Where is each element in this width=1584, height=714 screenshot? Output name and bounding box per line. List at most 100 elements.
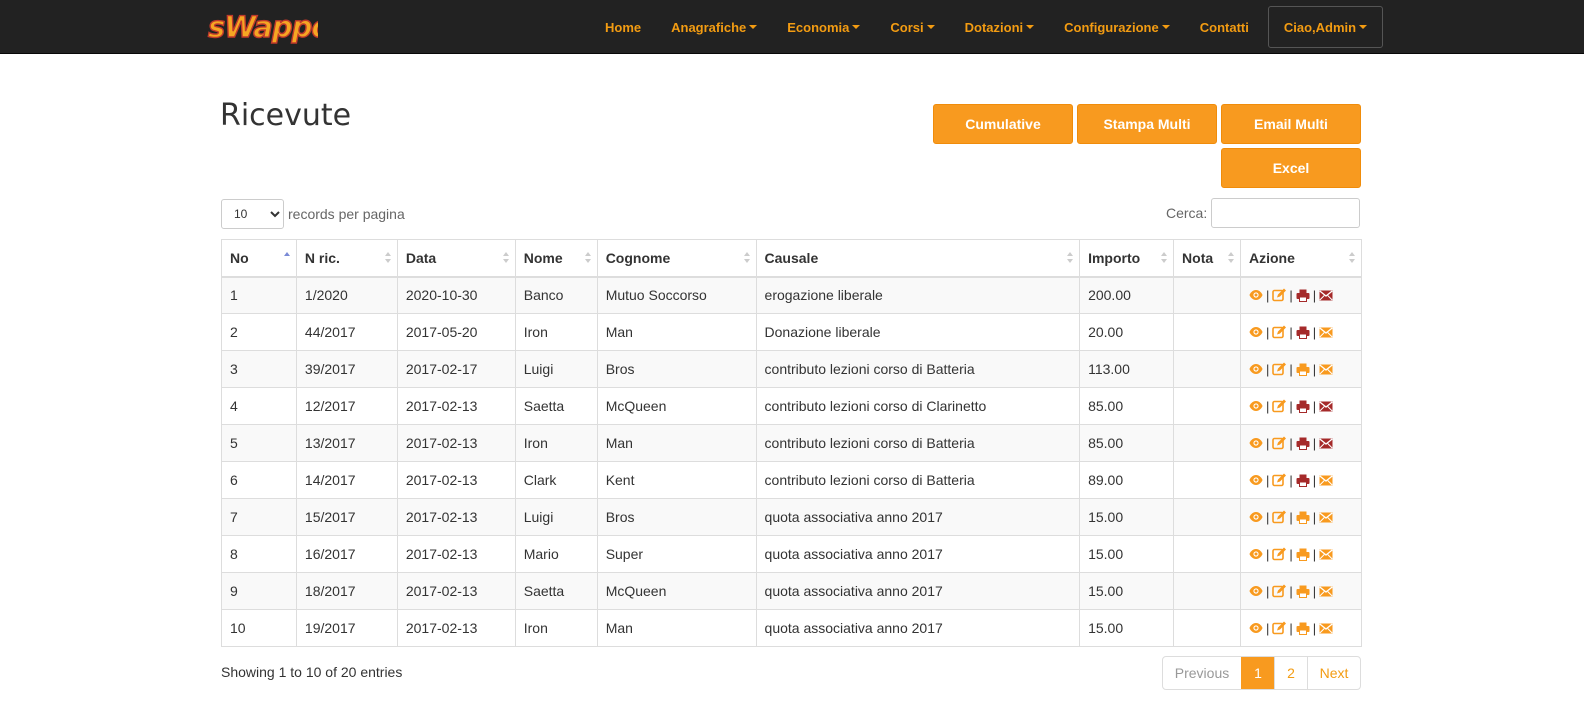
eye-icon[interactable] (1249, 547, 1263, 561)
stampa-multi-button[interactable]: Stampa Multi (1077, 104, 1217, 144)
row-actions: | | | (1249, 547, 1353, 562)
excel-button[interactable]: Excel (1221, 148, 1361, 188)
print-icon[interactable] (1296, 362, 1310, 376)
envelope-icon[interactable] (1319, 510, 1333, 524)
table-row: 2 44/2017 2017-05-20 Iron Man Donazione liber… (221, 313, 1363, 351)
cell-no: 1 (221, 276, 297, 314)
envelope-icon[interactable] (1319, 362, 1333, 376)
envelope-icon[interactable] (1319, 473, 1333, 487)
edit-icon[interactable] (1272, 547, 1287, 561)
envelope-icon[interactable] (1319, 547, 1333, 561)
cell-importo: 15.00 (1079, 609, 1175, 647)
cell-nric: 19/2017 (295, 609, 398, 647)
eye-icon[interactable] (1249, 436, 1263, 450)
eye-icon[interactable] (1249, 473, 1263, 487)
column-header-label: Cognome (605, 249, 671, 266)
eye-icon[interactable] (1249, 325, 1263, 339)
eye-icon[interactable] (1249, 510, 1263, 524)
cell-causale: contributo lezioni corso di Batteria (755, 461, 1081, 499)
eye-icon[interactable] (1249, 399, 1263, 413)
cell-importo: 20.00 (1079, 313, 1175, 351)
cell-nota (1173, 572, 1241, 610)
row-actions: | | | (1249, 621, 1353, 636)
cell-nota (1173, 424, 1241, 462)
row-actions: | | | (1249, 473, 1353, 488)
column-header-azione[interactable]: Azione (1239, 239, 1363, 278)
table-row: 8 16/2017 2017-02-13 Mario Super quota associ… (221, 535, 1363, 573)
column-header-causale[interactable]: Causale (755, 239, 1081, 278)
eye-icon[interactable] (1249, 288, 1263, 302)
envelope-icon[interactable] (1319, 325, 1333, 339)
print-icon[interactable] (1296, 584, 1310, 598)
edit-icon[interactable] (1272, 362, 1287, 376)
cell-no: 6 (221, 461, 297, 499)
eye-icon[interactable] (1249, 584, 1263, 598)
edit-icon[interactable] (1272, 510, 1287, 524)
previous-page-button[interactable]: Previous (1163, 657, 1241, 689)
edit-icon[interactable] (1272, 325, 1287, 339)
eye-icon[interactable] (1249, 621, 1263, 635)
page-1-button[interactable]: 1 (1241, 657, 1274, 689)
nav-item-home[interactable]: Home (590, 2, 656, 52)
column-header-nome[interactable]: Nome (514, 239, 598, 278)
cell-nota (1173, 535, 1241, 573)
envelope-icon[interactable] (1319, 399, 1333, 413)
nav-item-configurazione[interactable]: Configurazione (1049, 2, 1185, 52)
print-icon[interactable] (1296, 621, 1310, 635)
eye-icon[interactable] (1249, 362, 1263, 376)
nav-item-contatti[interactable]: Contatti (1185, 2, 1264, 52)
print-icon[interactable] (1296, 547, 1310, 561)
search-input[interactable] (1211, 198, 1361, 228)
column-header-importo[interactable]: Importo (1079, 239, 1175, 278)
column-header-label: Data (405, 249, 437, 266)
nav-item-corsi[interactable]: Corsi (875, 2, 949, 52)
column-header-nota[interactable]: Nota (1173, 239, 1241, 278)
cell-nric: 1/2020 (295, 276, 398, 314)
column-header-n-ric[interactable]: N ric. (295, 239, 398, 278)
nav-item-economia[interactable]: Economia (772, 2, 875, 52)
print-icon[interactable] (1296, 510, 1310, 524)
cell-importo: 85.00 (1079, 387, 1175, 425)
print-icon[interactable] (1296, 473, 1310, 487)
print-icon[interactable] (1296, 399, 1310, 413)
cell-causale: contributo lezioni corso di Batteria (755, 350, 1081, 388)
envelope-icon[interactable] (1319, 621, 1333, 635)
edit-icon[interactable] (1272, 621, 1287, 635)
edit-icon[interactable] (1272, 584, 1287, 598)
column-header-no[interactable]: No (221, 239, 297, 278)
column-header-data[interactable]: Data (396, 239, 516, 278)
edit-icon[interactable] (1272, 399, 1287, 413)
cell-nric: 16/2017 (295, 535, 398, 573)
nav-item-label: Dotazioni (964, 19, 1024, 35)
action-separator: | (1312, 509, 1317, 525)
cumulative-button[interactable]: Cumulative (933, 104, 1073, 144)
print-icon[interactable] (1296, 288, 1310, 302)
row-actions: | | | (1249, 325, 1353, 340)
sort-icon (743, 252, 750, 264)
page-2-button[interactable]: 2 (1274, 657, 1307, 689)
sort-icon (584, 252, 591, 264)
cell-azione: | | | (1239, 461, 1363, 499)
cell-azione: | | | (1239, 313, 1363, 351)
column-header-label: No (230, 249, 249, 266)
column-header-cognome[interactable]: Cognome (596, 239, 757, 278)
envelope-icon[interactable] (1319, 584, 1333, 598)
cell-cognome: McQueen (596, 572, 757, 610)
envelope-icon[interactable] (1319, 436, 1333, 450)
next-page-button[interactable]: Next (1307, 657, 1360, 689)
user-menu[interactable]: Ciao,Admin (1267, 6, 1384, 48)
action-separator: | (1289, 472, 1293, 488)
edit-icon[interactable] (1272, 288, 1287, 302)
edit-icon[interactable] (1272, 473, 1287, 487)
envelope-icon[interactable] (1319, 288, 1333, 302)
nav-item-dotazioni[interactable]: Dotazioni (950, 2, 1050, 52)
records-per-page-select[interactable]: 10 (221, 199, 284, 229)
action-separator: | (1312, 324, 1317, 340)
edit-icon[interactable] (1272, 436, 1287, 450)
print-icon[interactable] (1296, 436, 1310, 450)
email-multi-button[interactable]: Email Multi (1221, 104, 1361, 144)
nav-item-anagrafiche[interactable]: Anagrafiche (656, 2, 772, 52)
swappo-logo[interactable]: sWappo (206, 9, 318, 45)
print-icon[interactable] (1296, 325, 1310, 339)
cell-nome: Mario (514, 535, 598, 573)
